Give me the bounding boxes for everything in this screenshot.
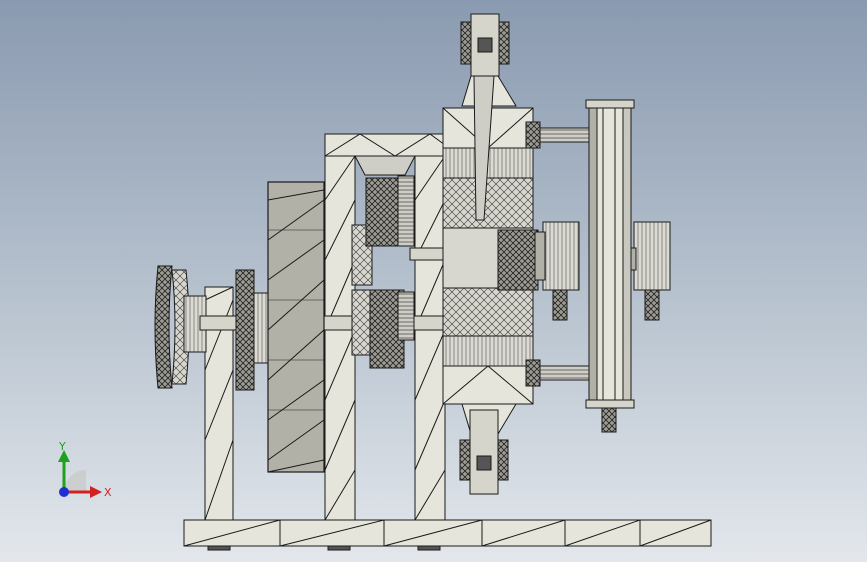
small-cylinder-left[interactable]: [534, 221, 580, 321]
x-axis-label: X: [104, 486, 112, 499]
y-axis-label: Y: [58, 440, 66, 453]
large-vertical-cylinder[interactable]: [585, 99, 635, 433]
v-belt-pulley[interactable]: [154, 265, 207, 389]
hub-housing[interactable]: [442, 107, 539, 405]
base-frame[interactable]: [183, 519, 712, 551]
small-spur-gear[interactable]: [235, 269, 271, 391]
bottom-crank-arm[interactable]: [459, 403, 517, 495]
gear-cluster[interactable]: [351, 175, 415, 369]
z-axis-dot: [59, 487, 69, 497]
large-flywheel[interactable]: [267, 181, 325, 473]
cad-viewport[interactable]: [0, 0, 867, 562]
small-cylinder-right[interactable]: [625, 221, 671, 321]
coordinate-triad: Y X: [58, 440, 112, 499]
